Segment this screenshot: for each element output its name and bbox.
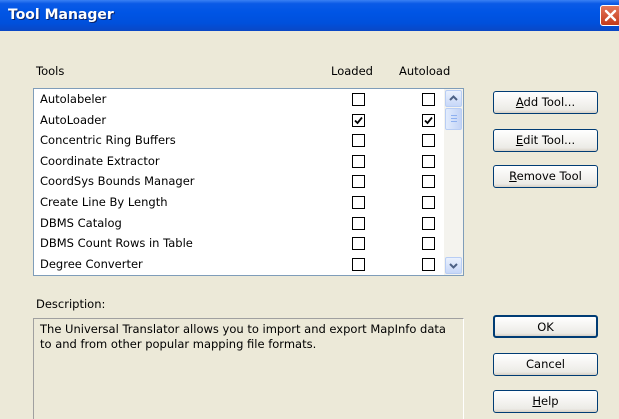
autoload-checkbox[interactable]: [422, 216, 435, 230]
tool-name: Autolabeler: [40, 92, 107, 106]
loaded-checkbox[interactable]: [352, 257, 365, 271]
tool-row[interactable]: AutoLoader: [34, 111, 444, 131]
loaded-checkbox[interactable]: [352, 113, 365, 127]
scroll-thumb[interactable]: [445, 108, 462, 130]
edit-tool-button[interactable]: Edit Tool...: [493, 129, 598, 152]
tools-list-scrollbar[interactable]: [444, 89, 463, 275]
tool-row[interactable]: CoordSys Bounds Manager: [34, 172, 444, 192]
description-text: The Universal Translator allows you to i…: [33, 318, 464, 419]
autoload-checkbox[interactable]: [422, 154, 435, 168]
tool-name: Concentric Ring Buffers: [40, 133, 176, 148]
loaded-checkbox[interactable]: [352, 154, 365, 168]
tool-name: AutoLoader: [40, 112, 107, 127]
tool-name: Degree Converter: [40, 256, 143, 271]
tool-row[interactable]: Coordinate Extractor: [34, 152, 444, 172]
check-icon: [354, 116, 363, 124]
loaded-checkbox[interactable]: [352, 216, 365, 230]
autoload-checkbox[interactable]: [422, 237, 435, 251]
close-icon: [604, 9, 617, 22]
tools-list[interactable]: Autolabeler AutoLoader Concentric Ring Buf…: [33, 88, 464, 276]
tool-name: DBMS Catalog: [40, 215, 122, 230]
window-title: Tool Manager: [8, 7, 114, 23]
tool-row[interactable]: DBMS Catalog: [34, 214, 444, 234]
autoload-checkbox[interactable]: [422, 196, 435, 209]
remove-tool-button[interactable]: Remove Tool: [493, 165, 598, 188]
autoload-checkbox[interactable]: [422, 257, 435, 271]
autoload-checkbox[interactable]: [422, 134, 435, 148]
autoload-checkbox[interactable]: [422, 93, 435, 106]
autoload-checkbox[interactable]: [422, 113, 435, 127]
scroll-up-button[interactable]: [445, 90, 462, 107]
autoload-checkbox[interactable]: [422, 175, 435, 189]
autoload-column-header: Autoload: [399, 64, 451, 78]
tool-row[interactable]: Concentric Ring Buffers: [34, 131, 444, 151]
loaded-checkbox[interactable]: [352, 237, 365, 251]
close-button[interactable]: [600, 5, 619, 26]
tool-row[interactable]: Degree Converter: [34, 255, 444, 275]
scroll-down-button[interactable]: [445, 257, 462, 274]
tools-column-header: Tools: [36, 64, 65, 78]
scroll-down-icon: [449, 263, 458, 269]
tool-name: DBMS Count Rows in Table: [40, 236, 193, 251]
loaded-column-header: Loaded: [331, 64, 373, 78]
add-tool-button[interactable]: Add Tool...: [493, 91, 598, 114]
loaded-checkbox[interactable]: [352, 134, 365, 148]
description-label: Description:: [36, 297, 106, 311]
scroll-up-icon: [449, 95, 458, 101]
check-icon: [424, 116, 433, 124]
title-bar: Tool Manager: [0, 0, 619, 31]
tool-name: CoordSys Bounds Manager: [40, 174, 195, 189]
tool-name: Create Line By Length: [40, 195, 168, 209]
tool-row[interactable]: Create Line By Length: [34, 193, 444, 213]
help-button[interactable]: Help: [493, 390, 598, 413]
loaded-checkbox[interactable]: [352, 93, 365, 106]
tool-name: Coordinate Extractor: [40, 153, 160, 168]
tool-row[interactable]: Autolabeler: [34, 90, 444, 110]
loaded-checkbox[interactable]: [352, 196, 365, 209]
cancel-button[interactable]: Cancel: [493, 353, 598, 376]
ok-button[interactable]: OK: [493, 315, 598, 338]
tool-row[interactable]: DBMS Count Rows in Table: [34, 234, 444, 254]
loaded-checkbox[interactable]: [352, 175, 365, 189]
